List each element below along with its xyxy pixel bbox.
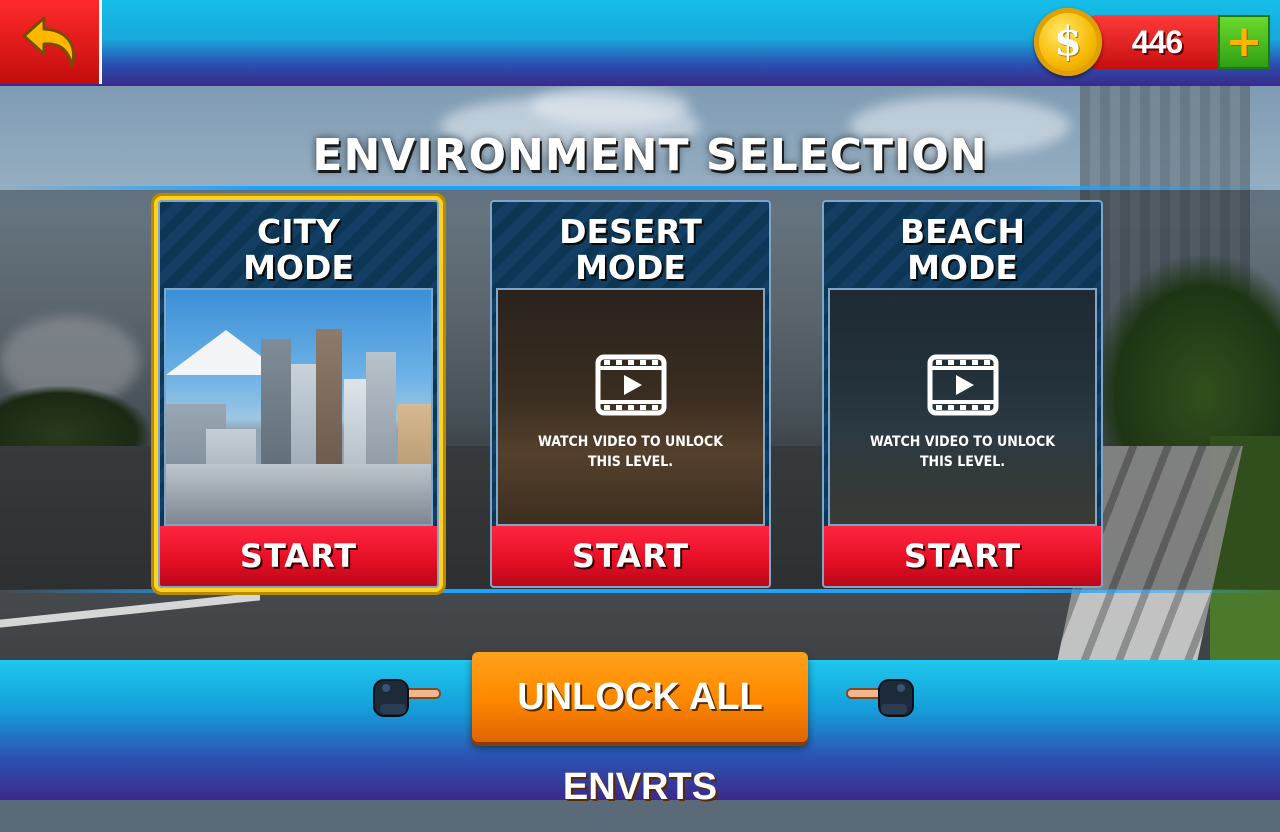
divider-top bbox=[0, 186, 1280, 190]
mode-title-line1: CITY bbox=[257, 212, 340, 251]
unlock-all-button[interactable]: UNLOCK ALL ENVRTS bbox=[472, 652, 808, 808]
mode-card-beach[interactable]: BEACH MODE WATCH VIDEO TO UNLOCK THIS LE… bbox=[822, 200, 1103, 588]
unlock-line1: WATCH VIDEO TO UNLOCK bbox=[870, 434, 1055, 450]
mode-card-desert[interactable]: DESERT MODE WATCH VIDEO TO UNLOCK THIS L… bbox=[490, 200, 771, 588]
start-button-desert[interactable]: START bbox=[490, 526, 771, 588]
back-arrow-icon bbox=[22, 16, 75, 68]
video-play-icon bbox=[927, 354, 998, 416]
desert-preview-image: WATCH VIDEO TO UNLOCK THIS LEVEL. bbox=[496, 288, 765, 526]
unlock-instructions: WATCH VIDEO TO UNLOCK THIS LEVEL. bbox=[830, 432, 1095, 472]
mode-title-line1: BEACH bbox=[899, 212, 1026, 251]
unlock-instructions: WATCH VIDEO TO UNLOCK THIS LEVEL. bbox=[498, 432, 763, 472]
divider-bottom bbox=[0, 589, 1280, 593]
unlock-line2: THIS LEVEL. bbox=[587, 454, 674, 470]
unlock-line2: THIS LEVEL. bbox=[919, 454, 1006, 470]
mode-title: BEACH MODE bbox=[824, 214, 1101, 286]
unlock-line1: WATCH VIDEO TO UNLOCK bbox=[538, 434, 723, 450]
dollar-coin-icon: $ bbox=[1034, 8, 1102, 76]
back-button[interactable] bbox=[0, 0, 102, 84]
coin-balance: 446 bbox=[1131, 24, 1183, 60]
pointing-hand-icon bbox=[846, 679, 914, 717]
mode-title-line2: MODE bbox=[243, 248, 354, 287]
mode-card-city[interactable]: CITY MODE START bbox=[158, 200, 439, 588]
beach-preview-image: WATCH VIDEO TO UNLOCK THIS LEVEL. bbox=[828, 288, 1097, 526]
mode-title: DESERT MODE bbox=[492, 214, 769, 286]
mode-title-line2: MODE bbox=[907, 248, 1018, 287]
start-button-beach[interactable]: START bbox=[822, 526, 1103, 588]
mode-title-line2: MODE bbox=[575, 248, 686, 287]
video-play-icon bbox=[595, 354, 666, 416]
city-preview-image bbox=[164, 288, 433, 526]
mode-title: CITY MODE bbox=[160, 214, 437, 286]
add-coins-button[interactable]: + bbox=[1218, 15, 1270, 69]
pointing-hand-icon bbox=[373, 679, 441, 717]
page-title: ENVIRONMENT SELECTION bbox=[312, 130, 988, 181]
mode-title-line1: DESERT bbox=[559, 212, 702, 251]
start-button-city[interactable]: START bbox=[158, 526, 439, 588]
